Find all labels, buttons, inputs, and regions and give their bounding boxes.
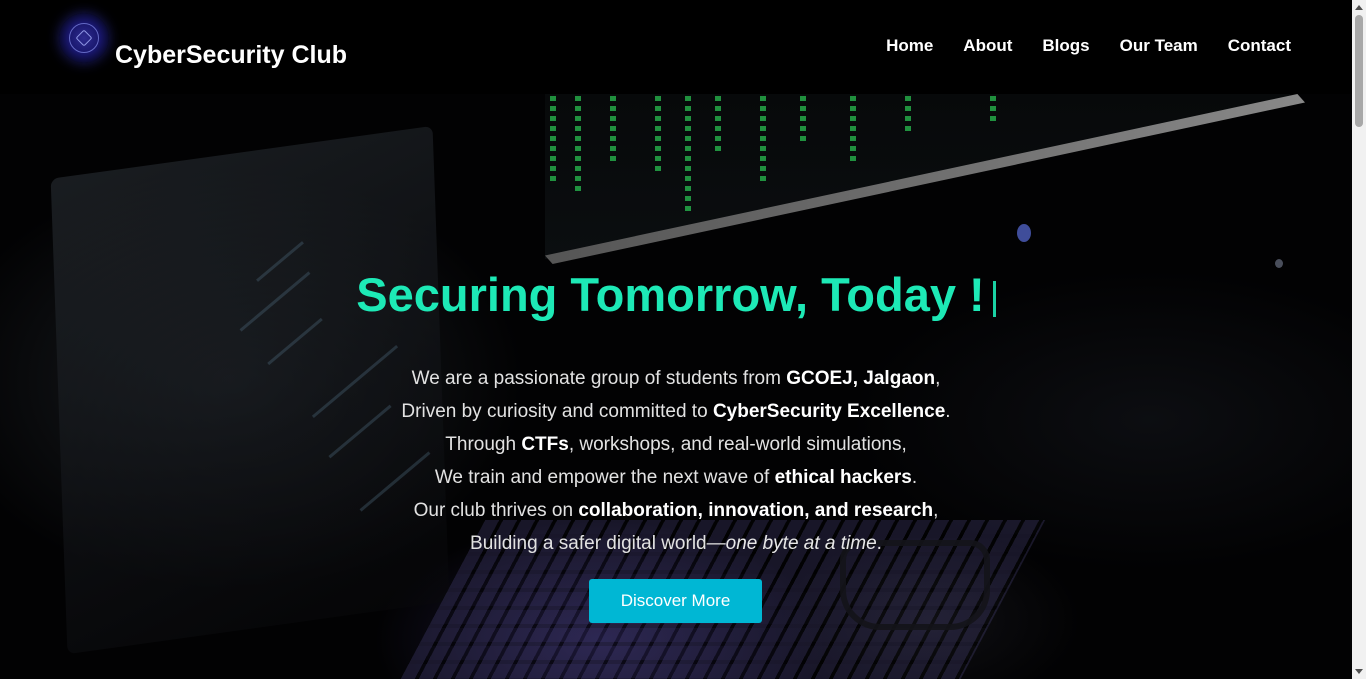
description-text: , bbox=[935, 368, 941, 389]
browser-viewport: CyberSecurity Club Home About Blogs Our … bbox=[0, 0, 1366, 679]
description-line: Through CTFs, workshops, and real-world … bbox=[0, 428, 1352, 461]
description-text: . bbox=[876, 533, 882, 554]
description-line: We train and empower the next wave of et… bbox=[0, 461, 1352, 494]
hero-section: Securing Tomorrow, Today ! We are a pass… bbox=[0, 94, 1352, 679]
description-highlight: GCOEJ, Jalgaon bbox=[786, 368, 936, 389]
hero-description: We are a passionate group of students fr… bbox=[0, 362, 1352, 560]
page-scrollbar[interactable] bbox=[1352, 0, 1366, 679]
logo-emblem bbox=[75, 29, 93, 47]
description-highlight: CyberSecurity Excellence bbox=[712, 401, 946, 422]
nav-link-blogs[interactable]: Blogs bbox=[1042, 35, 1089, 57]
description-text: Building a safer digital world— bbox=[470, 533, 726, 554]
description-highlight: ethical hackers bbox=[774, 467, 912, 488]
logo-ring bbox=[69, 23, 99, 53]
description-line: Driven by curiosity and committed to Cyb… bbox=[0, 395, 1352, 428]
description-text: , workshops, and real-world simulations, bbox=[568, 434, 907, 455]
description-line: Our club thrives on collaboration, innov… bbox=[0, 494, 1352, 527]
hero-headline-text: Securing Tomorrow, Today ! bbox=[356, 268, 985, 321]
hero-headline: Securing Tomorrow, Today ! bbox=[0, 267, 1352, 323]
description-text: . bbox=[945, 401, 951, 422]
nav-link-home[interactable]: Home bbox=[886, 35, 933, 57]
description-text: We train and empower the next wave of bbox=[434, 467, 775, 488]
description-text: , bbox=[933, 500, 939, 521]
scroll-up-arrow-icon[interactable] bbox=[1355, 5, 1363, 10]
description-line: Building a safer digital world—one byte … bbox=[0, 527, 1352, 560]
site-title[interactable]: CyberSecurity Club bbox=[115, 40, 347, 70]
description-text: Driven by curiosity and committed to bbox=[401, 401, 713, 422]
main-nav: Home About Blogs Our Team Contact bbox=[856, 35, 1291, 57]
description-text: . bbox=[911, 467, 918, 488]
nav-link-our-team[interactable]: Our Team bbox=[1120, 35, 1198, 57]
nav-link-about[interactable]: About bbox=[963, 35, 1012, 57]
discover-more-button[interactable]: Discover More bbox=[589, 579, 762, 623]
description-highlight: collaboration, innovation, and research bbox=[578, 500, 934, 521]
club-logo-icon[interactable] bbox=[59, 13, 109, 63]
description-line: We are a passionate group of students fr… bbox=[0, 362, 1352, 395]
description-text: Our club thrives on bbox=[413, 500, 579, 521]
description-highlight: CTFs bbox=[521, 434, 569, 455]
scroll-down-arrow-icon[interactable] bbox=[1355, 669, 1363, 674]
description-text: Through bbox=[445, 434, 522, 455]
site-header: CyberSecurity Club Home About Blogs Our … bbox=[0, 0, 1352, 94]
scrollbar-thumb[interactable] bbox=[1355, 15, 1363, 127]
typing-cursor bbox=[992, 281, 996, 317]
nav-link-contact[interactable]: Contact bbox=[1228, 35, 1291, 57]
description-emphasis: one byte at a time bbox=[725, 533, 877, 554]
description-text: We are a passionate group of students fr… bbox=[411, 368, 787, 389]
